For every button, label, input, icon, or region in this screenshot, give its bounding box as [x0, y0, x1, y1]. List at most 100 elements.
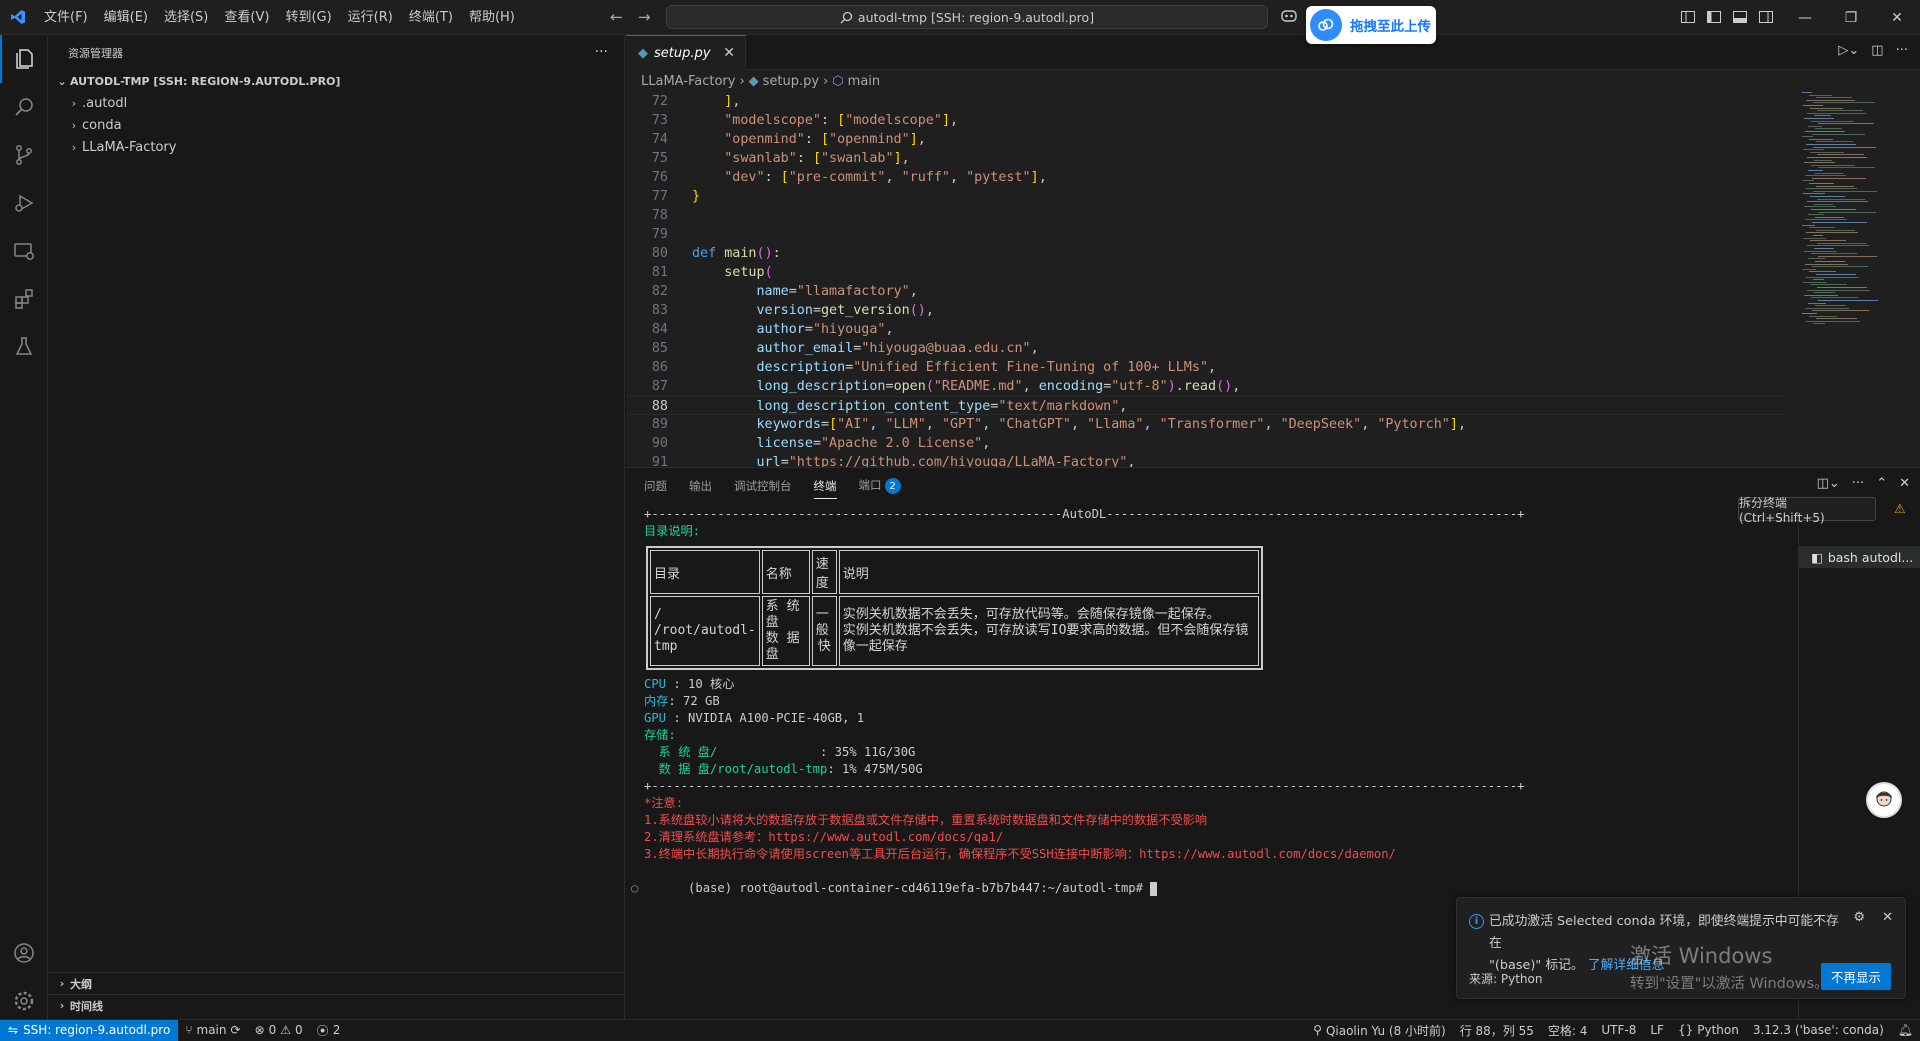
tree-item-llama-factory[interactable]: › LLaMA-Factory: [48, 136, 624, 158]
menu-item[interactable]: 查看(V): [216, 0, 277, 35]
remote-explorer-icon[interactable]: [0, 227, 48, 275]
indentation[interactable]: 空格: 4: [1541, 1020, 1595, 1041]
code-line[interactable]: 72 ],: [626, 92, 1786, 111]
minimap-line: [1816, 97, 1852, 99]
workspace-root[interactable]: ⌄ AUTODL-TMP [SSH: REGION-9.AUTODL.PRO]: [48, 70, 624, 92]
tree-item-autodl[interactable]: › .autodl: [48, 92, 624, 114]
upload-drop-button[interactable]: 拖拽至此上传: [1306, 6, 1436, 44]
code-line[interactable]: 84 author="hiyouga",: [626, 320, 1786, 339]
dont-show-again-button[interactable]: 不再显示: [1820, 963, 1891, 990]
menu-item[interactable]: 帮助(H): [461, 0, 523, 35]
tab-problems[interactable]: 问题: [644, 478, 667, 494]
avatar[interactable]: [1866, 782, 1902, 818]
more-actions-icon[interactable]: ···: [1852, 476, 1864, 491]
run-debug-icon[interactable]: [0, 179, 48, 227]
code-line[interactable]: 83 version=get_version(),: [626, 301, 1786, 320]
code-line[interactable]: 76 "dev": ["pre-commit", "ruff", "pytest…: [626, 168, 1786, 187]
code-line[interactable]: 90 license="Apache 2.0 License",: [626, 434, 1786, 453]
customize-layout-icon[interactable]: [1680, 9, 1696, 29]
code-editor[interactable]: 72 ], 73 "modelscope": ["modelscope"], 74 …: [626, 92, 1786, 467]
tab-terminal[interactable]: 终端: [813, 478, 837, 499]
toggle-secondary-sidebar-icon[interactable]: [1758, 9, 1774, 29]
branch-indicator[interactable]: ⑂ main ⟳: [178, 1020, 247, 1041]
minimize-button[interactable]: —: [1782, 0, 1828, 35]
source-control-icon[interactable]: [0, 131, 48, 179]
cursor-position[interactable]: 行 88，列 55: [1453, 1020, 1541, 1041]
extensions-icon[interactable]: [0, 275, 48, 323]
restore-button[interactable]: ❐: [1828, 0, 1874, 35]
dir-heading: 目录说明:: [644, 524, 701, 538]
code-line[interactable]: 73 "modelscope": ["modelscope"],: [626, 111, 1786, 130]
settings-gear-icon[interactable]: [0, 977, 48, 1025]
split-editor-icon[interactable]: ◫: [1871, 43, 1883, 58]
toggle-sidebar-icon[interactable]: [1706, 9, 1722, 29]
forward-arrow-icon[interactable]: →: [638, 8, 651, 26]
explorer-icon[interactable]: [0, 35, 48, 83]
code-line[interactable]: 75 "swanlab": ["swanlab"],: [626, 149, 1786, 168]
menu-item[interactable]: 运行(R): [340, 0, 401, 35]
code-line[interactable]: 79: [626, 225, 1786, 244]
terminal-entry-bash[interactable]: ◧ bash autodl...: [1799, 546, 1920, 568]
code-line[interactable]: 82 name="llamafactory",: [626, 282, 1786, 301]
code-line[interactable]: 80 def main():: [626, 244, 1786, 263]
maximize-panel-icon[interactable]: ⌃: [1876, 476, 1887, 491]
braces-icon: {}: [1677, 1023, 1694, 1037]
tab-ports[interactable]: 端口 2: [859, 477, 901, 495]
menu-item[interactable]: 编辑(E): [96, 0, 156, 35]
more-actions-icon[interactable]: ···: [595, 44, 608, 60]
ports-indicator[interactable]: ⦿ 2: [310, 1020, 348, 1041]
timeline-section[interactable]: › 时间线: [48, 994, 624, 1016]
menu-item[interactable]: 选择(S): [156, 0, 216, 35]
account-icon[interactable]: [0, 929, 48, 977]
split-terminal-icon[interactable]: ◫⌄: [1817, 476, 1840, 491]
sync-icon[interactable]: ⟳: [231, 1023, 241, 1037]
tab-setup-py[interactable]: ◆ setup.py ✕: [626, 35, 746, 70]
code-line[interactable]: 77}: [626, 187, 1786, 206]
command-center[interactable]: autodl-tmp [SSH: region-9.autodl.pro]: [666, 5, 1268, 29]
notifications-bell-icon[interactable]: 🔔︎: [1891, 1020, 1920, 1041]
problems-indicator[interactable]: ⊗ 0 ⚠ 0: [248, 1020, 310, 1041]
minimap-line: [1813, 323, 1825, 325]
run-file-icon[interactable]: ▷⌄: [1838, 43, 1859, 58]
back-arrow-icon[interactable]: ←: [610, 8, 623, 26]
python-interpreter[interactable]: 3.12.3 ('base': conda): [1746, 1020, 1891, 1041]
search-icon[interactable]: [0, 83, 48, 131]
copilot-icon[interactable]: [1280, 8, 1298, 28]
close-tab-icon[interactable]: ✕: [723, 45, 735, 61]
minimap[interactable]: [1796, 92, 1906, 352]
line-ending[interactable]: LF: [1643, 1020, 1671, 1041]
encoding[interactable]: UTF-8: [1594, 1020, 1643, 1041]
git-blame[interactable]: ⚲ Qiaolin Yu (8 小时前): [1306, 1020, 1453, 1041]
testing-flask-icon[interactable]: [0, 323, 48, 371]
prompt-line[interactable]: ○ (base) root@autodl-container-cd46119efa…: [631, 863, 1794, 896]
toggle-panel-icon[interactable]: [1732, 9, 1748, 29]
storage-label: 存储:: [644, 728, 676, 742]
code-line[interactable]: 89 keywords=["AI", "LLM", "GPT", "ChatGP…: [626, 415, 1786, 434]
more-actions-icon[interactable]: ···: [1896, 43, 1908, 58]
menu-item[interactable]: 终端(T): [401, 0, 461, 35]
menu-item[interactable]: 转到(G): [277, 0, 339, 35]
code-line[interactable]: 81 setup(: [626, 263, 1786, 282]
remote-indicator[interactable]: ⇋ SSH: region-9.autodl.pro: [0, 1019, 179, 1041]
code-line[interactable]: 86 description="Unified Efficient Fine-T…: [626, 358, 1786, 377]
outline-section[interactable]: › 大纲: [48, 972, 624, 994]
menu-item[interactable]: 文件(F): [36, 0, 96, 35]
language-mode[interactable]: {} Python: [1671, 1020, 1746, 1041]
gear-icon[interactable]: ⚙: [1853, 910, 1865, 925]
code-line[interactable]: 91 url="https://github.com/hiyouga/LLaMA…: [626, 453, 1786, 467]
code-line[interactable]: 85 author_email="hiyouga@buaa.edu.cn",: [626, 339, 1786, 358]
close-icon[interactable]: ✕: [1882, 910, 1893, 925]
breadcrumb-item[interactable]: main: [848, 74, 880, 89]
code-line[interactable]: 74 "openmind": ["openmind"],: [626, 130, 1786, 149]
tab-output[interactable]: 输出: [689, 478, 712, 494]
code-line[interactable]: 88 long_description_content_type="text/m…: [626, 396, 1786, 415]
tab-debug-console[interactable]: 调试控制台: [734, 478, 792, 494]
close-window-button[interactable]: ✕: [1874, 0, 1920, 35]
tree-item-conda[interactable]: › conda: [48, 114, 624, 136]
code-line[interactable]: 87 long_description=open("README.md", en…: [626, 377, 1786, 396]
breadcrumb-item[interactable]: setup.py: [763, 74, 819, 89]
code-line[interactable]: 78: [626, 206, 1786, 225]
chevron-right-icon: ›: [739, 73, 745, 89]
close-panel-icon[interactable]: ✕: [1899, 476, 1910, 491]
breadcrumb-item[interactable]: LLaMA-Factory: [641, 74, 735, 89]
